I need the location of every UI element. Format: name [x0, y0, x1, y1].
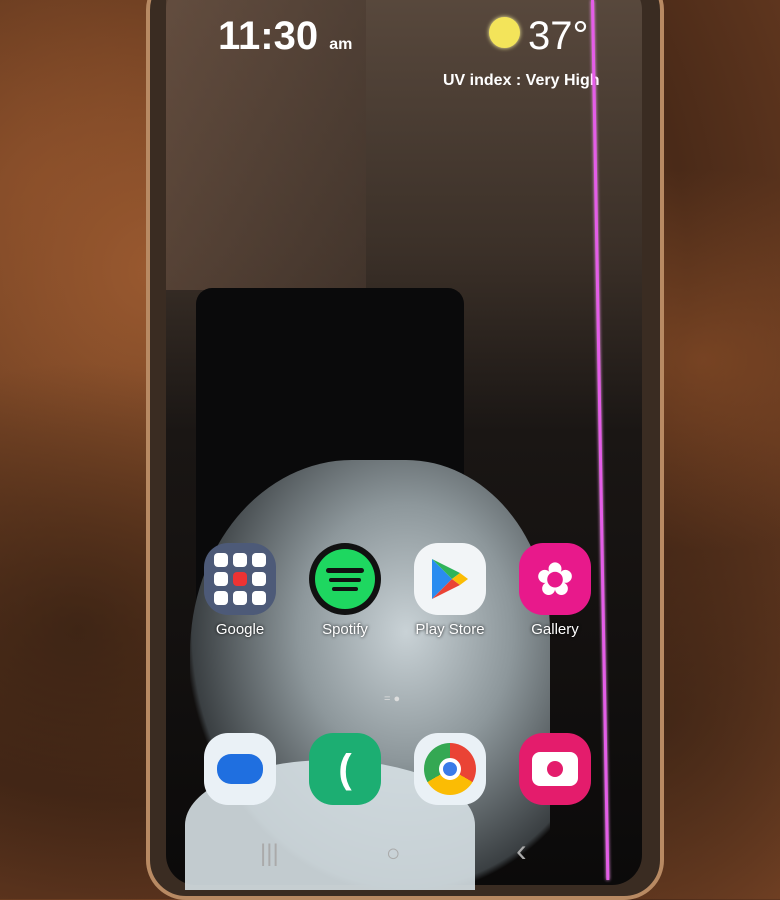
- clock-ampm: am: [329, 36, 353, 53]
- recents-button[interactable]: |||: [260, 840, 279, 868]
- clock-widget[interactable]: 11:30 am: [218, 14, 352, 59]
- app-google[interactable]: Google: [200, 543, 280, 638]
- temperature[interactable]: 37°: [528, 14, 589, 59]
- gallery-flower-icon: ✿: [519, 543, 591, 615]
- uv-index: UV index : Very High: [443, 72, 600, 89]
- chrome-icon: [414, 733, 486, 805]
- app-label: Spotify: [322, 621, 368, 638]
- messages-icon: [204, 733, 276, 805]
- google-folder-icon: [204, 543, 276, 615]
- app-label: Play Store: [415, 621, 485, 638]
- sun-icon: [489, 17, 520, 48]
- phone-icon: (: [309, 733, 381, 805]
- dock-camera[interactable]: [515, 733, 595, 805]
- app-spotify[interactable]: Spotify: [305, 543, 385, 638]
- app-gallery[interactable]: ✿ Gallery: [515, 543, 595, 638]
- dock-messages[interactable]: [200, 733, 280, 805]
- clock-time: 11:30: [218, 14, 319, 58]
- app-label: Gallery: [531, 621, 579, 638]
- spotify-icon: [309, 543, 381, 615]
- dock-chrome[interactable]: [410, 733, 490, 805]
- dock-phone[interactable]: (: [305, 733, 385, 805]
- page-indicator[interactable]: = ●: [384, 693, 400, 705]
- app-play-store[interactable]: Play Store: [410, 543, 490, 638]
- camera-icon: [519, 733, 591, 805]
- back-button[interactable]: ‹: [516, 832, 527, 869]
- play-store-icon: [414, 543, 486, 615]
- home-button[interactable]: ○: [386, 840, 401, 868]
- app-label: Google: [215, 621, 265, 638]
